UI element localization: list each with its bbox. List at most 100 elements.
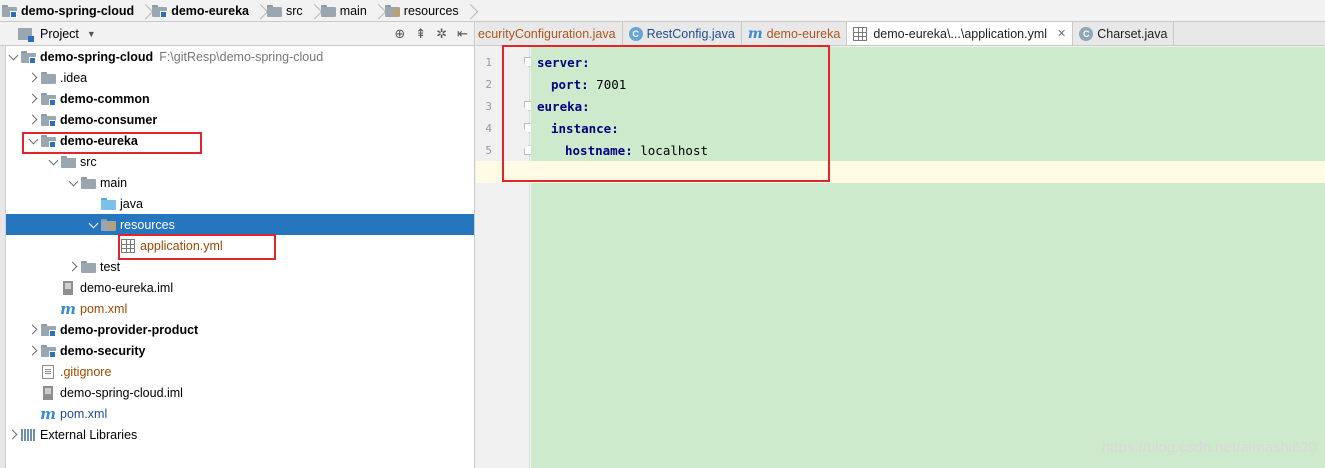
- chevron-right-icon[interactable]: [26, 109, 40, 130]
- breadcrumb-label: src: [286, 3, 303, 18]
- tree-item-resources[interactable]: resources: [6, 214, 474, 235]
- chevron-down-icon[interactable]: [6, 46, 20, 67]
- tree-item-label: pom.xml: [60, 406, 108, 421]
- resources-folder-icon: [100, 218, 116, 231]
- chevron-right-icon[interactable]: [6, 424, 20, 445]
- breadcrumb-label: demo-eureka: [171, 3, 250, 18]
- breadcrumb-item-main[interactable]: main: [319, 0, 373, 22]
- chevron-right-icon[interactable]: [26, 67, 40, 88]
- iml-file-icon: [63, 280, 73, 295]
- chevron-right-icon[interactable]: [26, 340, 40, 361]
- hide-panel-icon[interactable]: ⇤: [457, 26, 468, 42]
- tree-item-demo-spring-cloud[interactable]: demo-spring-cloud F:\gitResp\demo-spring…: [6, 46, 474, 67]
- chevron-down-icon[interactable]: [66, 172, 80, 193]
- library-icon: [21, 428, 35, 441]
- source-folder-icon: [100, 197, 116, 210]
- tree-item-main[interactable]: main: [6, 172, 474, 193]
- tree-item-demo-spring-cloud-iml[interactable]: demo-spring-cloud.iml: [6, 382, 474, 403]
- folder-icon: [80, 176, 96, 189]
- collapse-all-icon[interactable]: ⇞: [415, 26, 426, 42]
- tree-item-label: java: [120, 196, 143, 211]
- module-folder-icon: [20, 50, 36, 64]
- breadcrumb-label: resources: [403, 3, 459, 18]
- breadcrumb-item-src[interactable]: src: [265, 0, 309, 22]
- tab-rest-config[interactable]: C RestConfig.java: [623, 22, 742, 45]
- tree-item-pom-xml[interactable]: m pom.xml: [6, 298, 474, 319]
- chevron-right-icon[interactable]: [66, 256, 80, 277]
- tree-item-label: resources: [120, 217, 175, 232]
- chevron-down-icon[interactable]: [46, 151, 60, 172]
- tab-label: ecurityConfiguration.java: [478, 26, 616, 41]
- maven-icon: m: [40, 404, 56, 423]
- tree-item-demo-consumer[interactable]: demo-consumer: [6, 109, 474, 130]
- java-class-icon: C: [628, 26, 643, 41]
- project-toolbar: ⊕ ⇞ ✲ ⇤: [394, 22, 468, 46]
- tree-item-label: demo-eureka.iml: [80, 280, 174, 295]
- tab-label: RestConfig.java: [646, 26, 735, 41]
- tree-item-label: .gitignore: [60, 364, 112, 379]
- folder-icon: [60, 155, 76, 168]
- tab-label: demo-eureka\...\application.yml: [873, 26, 1048, 41]
- project-path: F:\gitResp\demo-spring-cloud: [159, 49, 324, 64]
- tree-item-idea[interactable]: .idea: [6, 67, 474, 88]
- chevron-down-icon[interactable]: [86, 214, 100, 235]
- tree-item-demo-eureka-iml[interactable]: demo-eureka.iml: [6, 277, 474, 298]
- breadcrumb-separator: [373, 0, 383, 22]
- locate-icon[interactable]: ⊕: [394, 26, 405, 42]
- tree-item-label: demo-spring-cloud.iml: [60, 385, 183, 400]
- highlight-box-yaml-config: [502, 45, 830, 182]
- tree-item-label: .idea: [60, 70, 88, 85]
- tree-item-label: src: [80, 154, 97, 169]
- tab-charset[interactable]: C Charset.java: [1073, 22, 1175, 45]
- module-folder-icon: [40, 113, 56, 127]
- tree-item-demo-provider-product[interactable]: demo-provider-product: [6, 319, 474, 340]
- module-folder-icon: [40, 344, 56, 358]
- maven-icon: m: [747, 25, 763, 42]
- text-file-icon: [42, 364, 54, 379]
- tree-item-src[interactable]: src: [6, 151, 474, 172]
- yaml-file-icon: [853, 26, 868, 41]
- tree-item-label: demo-spring-cloud: [40, 49, 154, 64]
- line-number: 5: [485, 144, 492, 157]
- watermark: https://blog.csdn.net/aimashi620: [1101, 439, 1317, 456]
- tree-item-label: test: [100, 259, 121, 274]
- breadcrumb-item-module[interactable]: demo-eureka: [150, 0, 255, 22]
- folder-icon: [40, 71, 56, 84]
- tree-item-external-libraries[interactable]: External Libraries: [6, 424, 474, 445]
- breadcrumb-item-project[interactable]: demo-spring-cloud: [0, 0, 140, 22]
- tab-label: Charset.java: [1097, 26, 1168, 41]
- tab-label: demo-eureka: [766, 26, 841, 41]
- tab-security-configuration[interactable]: ecurityConfiguration.java: [476, 22, 623, 45]
- line-number: 3: [485, 100, 492, 113]
- line-number: 4: [485, 122, 492, 135]
- tree-item-label: pom.xml: [80, 301, 128, 316]
- tree-item-label: main: [100, 175, 128, 190]
- module-folder-icon: [152, 4, 168, 18]
- breadcrumb-label: main: [339, 3, 367, 18]
- chevron-right-icon[interactable]: [26, 319, 40, 340]
- project-panel: Project ▼ ⊕ ⇞ ✲ ⇤ demo-spring-cloud F:\g…: [0, 22, 475, 468]
- tree-item-demo-security[interactable]: demo-security: [6, 340, 474, 361]
- chevron-right-icon[interactable]: [26, 88, 40, 109]
- tree-item-label: demo-common: [60, 91, 150, 106]
- module-folder-icon: [40, 323, 56, 337]
- project-view-selector[interactable]: Project: [40, 27, 79, 41]
- close-icon[interactable]: ✕: [1057, 27, 1066, 40]
- breadcrumb-separator: [255, 0, 265, 22]
- breadcrumb-item-resources[interactable]: resources: [383, 0, 465, 22]
- maven-icon: m: [60, 299, 76, 318]
- tree-item-gitignore[interactable]: .gitignore: [6, 361, 474, 382]
- tree-item-demo-common[interactable]: demo-common: [6, 88, 474, 109]
- chevron-down-icon[interactable]: ▼: [87, 29, 96, 39]
- editor-tab-bar: ecurityConfiguration.java C RestConfig.j…: [476, 22, 1325, 46]
- tree-item-java[interactable]: java: [6, 193, 474, 214]
- project-panel-header: Project ▼ ⊕ ⇞ ✲ ⇤: [0, 22, 474, 46]
- breadcrumb-separator: [309, 0, 319, 22]
- tab-demo-eureka[interactable]: m demo-eureka: [742, 22, 848, 45]
- breadcrumb-label: demo-spring-cloud: [21, 3, 135, 18]
- tab-application-yml[interactable]: demo-eureka\...\application.yml ✕: [847, 22, 1074, 45]
- gear-icon[interactable]: ✲: [436, 26, 447, 42]
- folder-icon: [267, 4, 283, 17]
- tree-item-root-pom-xml[interactable]: m pom.xml: [6, 403, 474, 424]
- breadcrumb-separator: [140, 0, 150, 22]
